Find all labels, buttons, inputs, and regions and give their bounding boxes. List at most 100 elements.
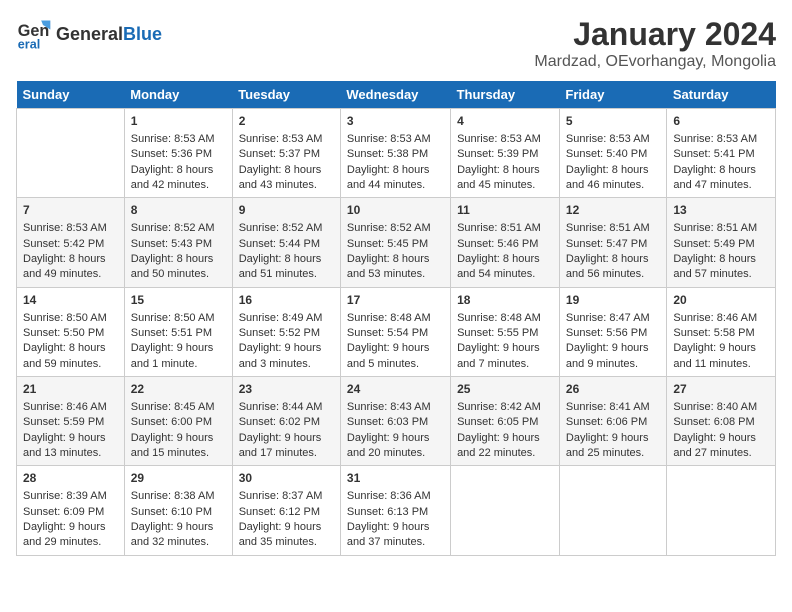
cell-info-line: Sunset: 5:38 PM <box>347 147 444 162</box>
day-number: 24 <box>347 381 444 398</box>
cell-info-line: Daylight: 8 hours <box>347 252 444 267</box>
cell-info-line: Daylight: 9 hours <box>457 341 553 356</box>
cell-info-line: and 35 minutes. <box>239 535 334 550</box>
cell-info-line: and 53 minutes. <box>347 267 444 282</box>
col-header-saturday: Saturday <box>667 81 776 109</box>
cell-info-line: Sunset: 5:41 PM <box>673 147 769 162</box>
cell-info-line: Daylight: 8 hours <box>239 163 334 178</box>
cell-info-line: and 15 minutes. <box>131 446 226 461</box>
col-header-friday: Friday <box>559 81 666 109</box>
calendar-cell: 18Sunrise: 8:48 AMSunset: 5:55 PMDayligh… <box>451 287 560 376</box>
day-number: 27 <box>673 381 769 398</box>
cell-info-line: and 59 minutes. <box>23 357 118 372</box>
week-row-4: 28Sunrise: 8:39 AMSunset: 6:09 PMDayligh… <box>17 466 776 555</box>
day-number: 10 <box>347 202 444 219</box>
calendar-cell: 20Sunrise: 8:46 AMSunset: 5:58 PMDayligh… <box>667 287 776 376</box>
cell-info-line: Daylight: 8 hours <box>566 163 660 178</box>
day-number: 8 <box>131 202 226 219</box>
day-number: 17 <box>347 292 444 309</box>
cell-info-line: Sunset: 5:47 PM <box>566 237 660 252</box>
cell-info-line: and 9 minutes. <box>566 357 660 372</box>
cell-info-line: Sunset: 5:54 PM <box>347 326 444 341</box>
calendar-cell: 29Sunrise: 8:38 AMSunset: 6:10 PMDayligh… <box>124 466 232 555</box>
cell-info-line: Sunset: 5:37 PM <box>239 147 334 162</box>
calendar-cell: 4Sunrise: 8:53 AMSunset: 5:39 PMDaylight… <box>451 109 560 198</box>
cell-info-line: and 37 minutes. <box>347 535 444 550</box>
day-number: 13 <box>673 202 769 219</box>
cell-info-line: Daylight: 9 hours <box>239 520 334 535</box>
col-header-monday: Monday <box>124 81 232 109</box>
cell-info-line: Sunrise: 8:44 AM <box>239 400 334 415</box>
calendar-cell <box>451 466 560 555</box>
cell-info-line: and 45 minutes. <box>457 178 553 193</box>
cell-info-line: Sunrise: 8:53 AM <box>347 132 444 147</box>
calendar-cell: 14Sunrise: 8:50 AMSunset: 5:50 PMDayligh… <box>17 287 125 376</box>
cell-info-line: Sunset: 5:39 PM <box>457 147 553 162</box>
cell-info-line: and 11 minutes. <box>673 357 769 372</box>
cell-info-line: Daylight: 9 hours <box>347 431 444 446</box>
cell-info-line: Sunrise: 8:46 AM <box>23 400 118 415</box>
cell-info-line: Sunset: 6:12 PM <box>239 505 334 520</box>
cell-info-line: Daylight: 9 hours <box>457 431 553 446</box>
calendar-cell: 3Sunrise: 8:53 AMSunset: 5:38 PMDaylight… <box>340 109 450 198</box>
cell-info-line: and 27 minutes. <box>673 446 769 461</box>
cell-info-line: Daylight: 8 hours <box>131 252 226 267</box>
cell-info-line: and 5 minutes. <box>347 357 444 372</box>
cell-info-line: Sunset: 5:59 PM <box>23 415 118 430</box>
calendar-cell <box>559 466 666 555</box>
cell-info-line: Sunrise: 8:39 AM <box>23 489 118 504</box>
calendar-cell: 28Sunrise: 8:39 AMSunset: 6:09 PMDayligh… <box>17 466 125 555</box>
cell-info-line: and 51 minutes. <box>239 267 334 282</box>
week-row-2: 14Sunrise: 8:50 AMSunset: 5:50 PMDayligh… <box>17 287 776 376</box>
cell-info-line: Daylight: 9 hours <box>131 431 226 446</box>
calendar-cell <box>667 466 776 555</box>
day-number: 11 <box>457 202 553 219</box>
cell-info-line: Sunset: 6:02 PM <box>239 415 334 430</box>
cell-info-line: Daylight: 9 hours <box>566 431 660 446</box>
calendar-cell: 17Sunrise: 8:48 AMSunset: 5:54 PMDayligh… <box>340 287 450 376</box>
calendar-cell: 10Sunrise: 8:52 AMSunset: 5:45 PMDayligh… <box>340 198 450 287</box>
calendar-cell: 26Sunrise: 8:41 AMSunset: 6:06 PMDayligh… <box>559 377 666 466</box>
day-number: 21 <box>23 381 118 398</box>
cell-info-line: Sunset: 6:08 PM <box>673 415 769 430</box>
cell-info-line: Daylight: 9 hours <box>23 520 118 535</box>
logo-blue-text: Blue <box>123 24 162 45</box>
cell-info-line: Sunset: 5:50 PM <box>23 326 118 341</box>
cell-info-line: Sunrise: 8:43 AM <box>347 400 444 415</box>
col-header-sunday: Sunday <box>17 81 125 109</box>
day-number: 14 <box>23 292 118 309</box>
cell-info-line: Daylight: 9 hours <box>673 341 769 356</box>
cell-info-line: and 32 minutes. <box>131 535 226 550</box>
day-number: 4 <box>457 113 553 130</box>
cell-info-line: and 49 minutes. <box>23 267 118 282</box>
calendar-cell: 30Sunrise: 8:37 AMSunset: 6:12 PMDayligh… <box>232 466 340 555</box>
cell-info-line: and 20 minutes. <box>347 446 444 461</box>
calendar-cell: 15Sunrise: 8:50 AMSunset: 5:51 PMDayligh… <box>124 287 232 376</box>
calendar-cell: 6Sunrise: 8:53 AMSunset: 5:41 PMDaylight… <box>667 109 776 198</box>
day-number: 7 <box>23 202 118 219</box>
day-number: 19 <box>566 292 660 309</box>
cell-info-line: Sunrise: 8:46 AM <box>673 311 769 326</box>
day-number: 6 <box>673 113 769 130</box>
cell-info-line: Sunrise: 8:42 AM <box>457 400 553 415</box>
cell-info-line: Sunrise: 8:52 AM <box>347 221 444 236</box>
cell-info-line: Sunrise: 8:47 AM <box>566 311 660 326</box>
cell-info-line: Sunrise: 8:51 AM <box>566 221 660 236</box>
week-row-0: 1Sunrise: 8:53 AMSunset: 5:36 PMDaylight… <box>17 109 776 198</box>
cell-info-line: Sunset: 6:09 PM <box>23 505 118 520</box>
day-number: 29 <box>131 470 226 487</box>
day-number: 15 <box>131 292 226 309</box>
cell-info-line: Sunrise: 8:52 AM <box>239 221 334 236</box>
day-number: 20 <box>673 292 769 309</box>
cell-info-line: Sunset: 6:06 PM <box>566 415 660 430</box>
cell-info-line: Sunrise: 8:48 AM <box>347 311 444 326</box>
day-number: 16 <box>239 292 334 309</box>
cell-info-line: and 56 minutes. <box>566 267 660 282</box>
cell-info-line: Daylight: 8 hours <box>457 163 553 178</box>
cell-info-line: Daylight: 9 hours <box>239 431 334 446</box>
cell-info-line: Sunrise: 8:36 AM <box>347 489 444 504</box>
cell-info-line: Daylight: 9 hours <box>131 520 226 535</box>
day-number: 18 <box>457 292 553 309</box>
cell-info-line: Sunrise: 8:48 AM <box>457 311 553 326</box>
calendar-cell: 24Sunrise: 8:43 AMSunset: 6:03 PMDayligh… <box>340 377 450 466</box>
